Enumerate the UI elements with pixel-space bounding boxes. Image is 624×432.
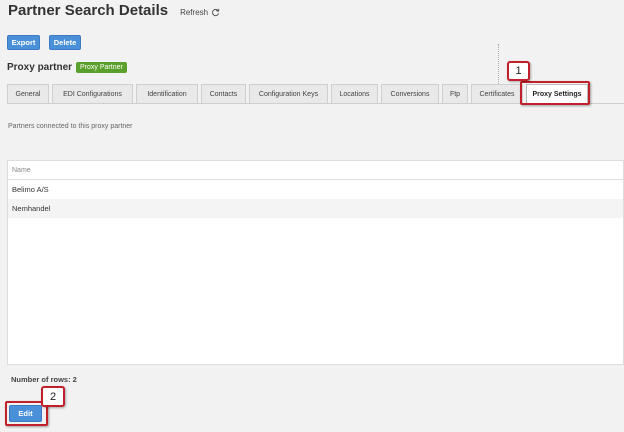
table-row[interactable]: Belimo A/S <box>8 180 623 199</box>
tab-edi-configurations[interactable]: EDI Configurations <box>52 84 133 103</box>
proxy-partner-badge: Proxy Partner <box>76 62 127 73</box>
callout-number-1: 1 <box>507 61 530 81</box>
refresh-label: Refresh <box>180 8 209 17</box>
row-count: Number of rows: 2 <box>11 375 77 384</box>
partners-grid: Name Belimo A/S Nemhandel <box>7 160 624 365</box>
refresh-link[interactable]: Refresh <box>180 8 220 17</box>
tab-ftp[interactable]: Ftp <box>442 84 468 103</box>
grid-cell-name: Belimo A/S <box>12 185 49 194</box>
callout-number-2: 2 <box>41 386 65 407</box>
tab-general[interactable]: General <box>7 84 49 103</box>
tab-contacts[interactable]: Contacts <box>201 84 246 103</box>
section-title: Proxy partner <box>7 62 73 73</box>
refresh-icon <box>212 8 220 17</box>
page-header: Partner Search Details Refresh <box>8 2 220 19</box>
tab-conversions[interactable]: Conversions <box>381 84 439 103</box>
callout-box-1 <box>520 81 590 105</box>
tab-configuration-keys[interactable]: Configuration Keys <box>249 84 328 103</box>
annotation-guide-line <box>498 44 499 84</box>
delete-button[interactable]: Delete <box>49 35 81 50</box>
grid-description: Partners connected to this proxy partner <box>8 123 133 130</box>
tab-locations[interactable]: Locations <box>331 84 378 103</box>
export-button[interactable]: Export <box>7 35 40 50</box>
grid-cell-name: Nemhandel <box>12 204 51 213</box>
grid-header-name[interactable]: Name <box>8 161 623 180</box>
tab-certificates[interactable]: Certificates <box>471 84 523 103</box>
table-row[interactable]: Nemhandel <box>8 199 623 218</box>
tab-identification[interactable]: Identification <box>136 84 198 103</box>
proxy-partner-heading: Proxy partner Proxy Partner <box>7 62 127 73</box>
page-title: Partner Search Details <box>8 2 169 19</box>
